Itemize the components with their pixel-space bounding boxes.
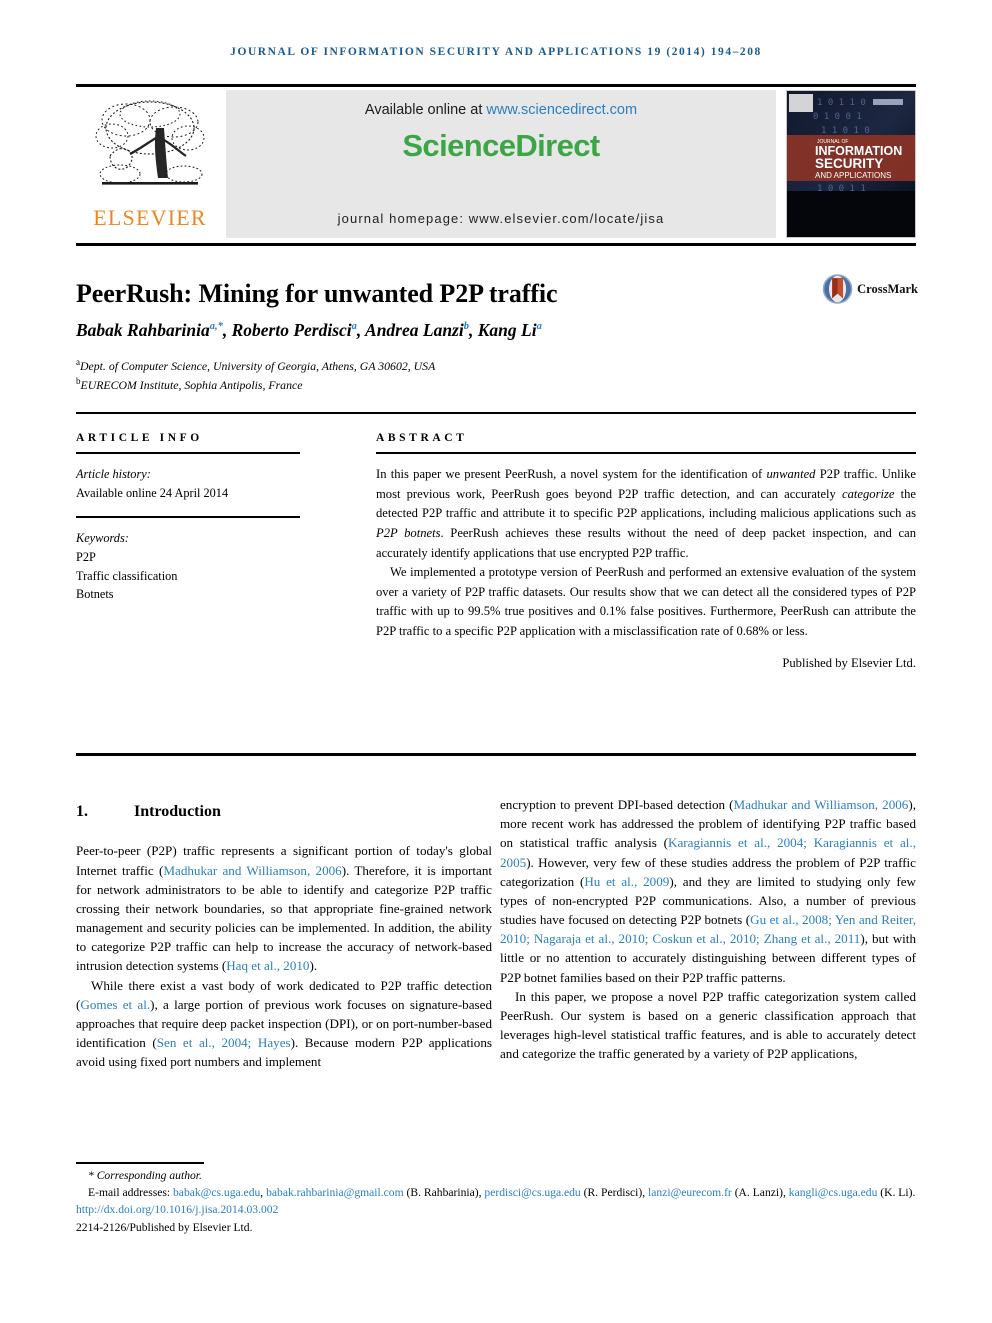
authors-bottom-rule bbox=[76, 412, 916, 414]
svg-text:1 1 0 1 0: 1 1 0 1 0 bbox=[821, 126, 870, 136]
sciencedirect-band: Available online at www.sciencedirect.co… bbox=[226, 90, 776, 238]
section-number: 1. bbox=[76, 803, 88, 820]
affiliation-b-text: EURECOM Institute, Sophia Antipolis, Fra… bbox=[80, 377, 303, 392]
journal-cover-art: 1 0 1 1 0 0 1 0 0 1 1 1 0 1 0 0 0 1 1 0 … bbox=[787, 91, 915, 237]
published-by-line: Published by Elsevier Ltd. bbox=[782, 655, 916, 670]
elsevier-tree-icon bbox=[95, 100, 205, 185]
abstract-heading: ABSTRACT bbox=[376, 432, 468, 444]
sciencedirect-logo: ScienceDirect bbox=[402, 128, 600, 163]
paragraph: Peer-to-peer (P2P) traffic represents a … bbox=[76, 843, 493, 974]
issn-copyright-line: 2214-2126/Published by Elsevier Ltd. bbox=[76, 1220, 253, 1234]
keyword-item: Traffic classification bbox=[76, 568, 178, 583]
affiliation-a: aDept. of Computer Science, University o… bbox=[76, 357, 436, 373]
abstract-body: In this paper we present PeerRush, a nov… bbox=[376, 465, 916, 642]
body-top-rule bbox=[76, 753, 916, 756]
email-addresses-note: E-mail addresses: babak@cs.uga.edu, baba… bbox=[88, 1185, 916, 1199]
running-head: Journal of Information Security and Appl… bbox=[230, 46, 762, 58]
body-column-left: 1. Introduction Peer-to-peer (P2P) traff… bbox=[76, 800, 492, 1072]
abstract-paragraph-2: We implemented a prototype version of Pe… bbox=[376, 565, 916, 639]
svg-text:0 1 0 0 1: 0 1 0 0 1 bbox=[813, 112, 862, 122]
affiliation-b: bEURECOM Institute, Sophia Antipolis, Fr… bbox=[76, 375, 303, 392]
crossmark-icon bbox=[822, 274, 853, 304]
elsevier-logo: ELSEVIER bbox=[76, 90, 224, 238]
svg-text:1 0 1 1 0: 1 0 1 1 0 bbox=[817, 98, 866, 108]
corresponding-author-note: * Corresponding author. bbox=[88, 1169, 202, 1182]
sciencedirect-url-link[interactable]: www.sciencedirect.com bbox=[486, 102, 637, 118]
paragraph: encryption to prevent DPI-based detectio… bbox=[500, 797, 916, 985]
article-history-label: Article history: bbox=[76, 467, 151, 481]
doi-link[interactable]: http://dx.doi.org/10.1016/j.jisa.2014.03… bbox=[76, 1202, 916, 1219]
body-column-right: encryption to prevent DPI-based detectio… bbox=[500, 795, 916, 1063]
affiliation-a-text: Dept. of Computer Science, University of… bbox=[80, 358, 436, 373]
abstract-rule bbox=[376, 452, 916, 454]
keywords-rule bbox=[76, 516, 300, 519]
footnote-divider bbox=[76, 1162, 204, 1164]
available-online-text: Available online at bbox=[364, 102, 487, 118]
paragraph: In this paper, we propose a novel P2P tr… bbox=[500, 988, 916, 1062]
author-list: Babak Rahbariniaa,*, Roberto Perdiscia, … bbox=[76, 320, 542, 340]
abstract-paragraph-1: In this paper we present PeerRush, a nov… bbox=[376, 467, 916, 560]
keywords-block: Keywords: P2P Traffic classification Bot… bbox=[76, 529, 300, 604]
crossmark-badge[interactable]: CrossMark bbox=[822, 266, 918, 312]
journal-homepage-line: journal homepage: www.elsevier.com/locat… bbox=[337, 211, 665, 226]
article-history: Article history: Available online 24 Apr… bbox=[76, 465, 300, 502]
keyword-item: P2P bbox=[76, 550, 96, 565]
article-info-column: ARTICLE INFO Article history: Available … bbox=[76, 432, 300, 604]
keywords-label: Keywords: bbox=[76, 531, 129, 546]
available-online-line: Available online at www.sciencedirect.co… bbox=[365, 102, 637, 118]
elsevier-wordmark: ELSEVIER bbox=[93, 205, 207, 230]
footnotes-block: * Corresponding author. E-mail addresses… bbox=[76, 1168, 916, 1237]
section-title: Introduction bbox=[134, 803, 221, 820]
masthead-bottom-rule bbox=[76, 243, 916, 246]
section-heading-introduction: 1. Introduction bbox=[76, 800, 492, 823]
affiliations: aDept. of Computer Science, University o… bbox=[76, 356, 876, 393]
keyword-item: Botnets bbox=[76, 587, 114, 602]
svg-text:SECURITY: SECURITY bbox=[815, 156, 883, 171]
journal-cover-thumbnail: 1 0 1 1 0 0 1 0 0 1 1 1 0 1 0 0 0 1 1 0 … bbox=[786, 90, 916, 238]
article-info-rule bbox=[76, 452, 300, 454]
paragraph: While there exist a vast body of work de… bbox=[76, 977, 492, 1070]
paper-page: Journal of Information Security and Appl… bbox=[0, 0, 992, 1323]
abstract-column: ABSTRACT In this paper we present PeerRu… bbox=[376, 432, 916, 671]
crossmark-label: CrossMark bbox=[857, 281, 918, 296]
svg-text:AND APPLICATIONS: AND APPLICATIONS bbox=[815, 171, 891, 180]
header-rule bbox=[76, 84, 916, 87]
masthead: ELSEVIER Available online at www.science… bbox=[76, 90, 916, 238]
article-history-value: Available online 24 April 2014 bbox=[76, 485, 229, 500]
page-title: PeerRush: Mining for unwanted P2P traffi… bbox=[76, 279, 558, 309]
article-info-heading: ARTICLE INFO bbox=[76, 432, 203, 444]
